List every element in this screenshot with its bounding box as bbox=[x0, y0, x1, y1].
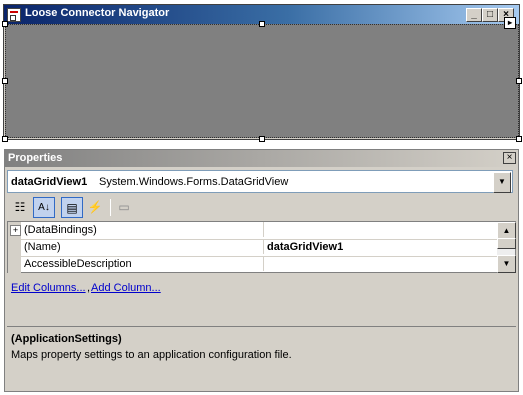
property-grid: + (DataBindings) (Name) dataGridView1 Ac… bbox=[7, 221, 516, 274]
property-value[interactable]: dataGridView1 bbox=[263, 239, 343, 254]
resize-handle-bottom-right[interactable] bbox=[516, 136, 522, 142]
edit-columns-link[interactable]: Edit Columns... bbox=[11, 282, 86, 294]
object-type: System.Windows.Forms.DataGridView bbox=[99, 176, 289, 188]
resize-handle-left[interactable] bbox=[2, 78, 8, 84]
properties-title-bar[interactable]: Properties bbox=[5, 150, 518, 167]
property-value[interactable] bbox=[263, 256, 267, 271]
add-column-link[interactable]: Add Column... bbox=[91, 282, 161, 294]
data-grid-view[interactable] bbox=[5, 24, 519, 138]
object-selector[interactable]: dataGridView1 System.Windows.Forms.DataG… bbox=[7, 170, 513, 193]
resize-handle-bottom[interactable] bbox=[259, 136, 265, 142]
resize-handle-right[interactable] bbox=[516, 78, 522, 84]
resize-handle-top-left[interactable] bbox=[2, 21, 8, 27]
property-grid-scrollbar[interactable]: ▲ ▼ bbox=[497, 222, 516, 273]
resize-handle-bottom-left[interactable] bbox=[2, 136, 8, 142]
description-pane: (ApplicationSettings) Maps property sett… bbox=[7, 326, 516, 388]
smart-tag-icon[interactable]: ▸ bbox=[504, 17, 516, 29]
resize-handle-top[interactable] bbox=[259, 21, 265, 27]
links-separator: , bbox=[87, 282, 91, 294]
form-icon bbox=[7, 8, 21, 22]
scroll-down-icon[interactable]: ▼ bbox=[497, 255, 516, 273]
form-title: Loose Connector Navigator bbox=[25, 7, 170, 19]
description-heading: (ApplicationSettings) bbox=[11, 333, 122, 345]
properties-icon[interactable]: ▤ bbox=[61, 197, 83, 218]
description-text: Maps property settings to an application… bbox=[11, 349, 292, 361]
events-icon[interactable]: ⚡ bbox=[84, 197, 106, 218]
toolbar-separator bbox=[110, 199, 111, 216]
object-name: dataGridView1 bbox=[11, 176, 88, 188]
scroll-thumb[interactable] bbox=[497, 238, 516, 249]
property-name: (Name) bbox=[24, 241, 61, 253]
property-name: (DataBindings) bbox=[24, 224, 97, 236]
property-value[interactable] bbox=[263, 222, 267, 237]
properties-close-icon[interactable]: × bbox=[503, 152, 516, 164]
property-row[interactable]: + (DataBindings) bbox=[8, 222, 498, 240]
expand-icon[interactable]: + bbox=[10, 225, 21, 236]
categorized-icon[interactable]: ☷ bbox=[9, 197, 31, 218]
property-row[interactable]: (Name) dataGridView1 bbox=[8, 239, 498, 257]
commands-pane: Edit Columns... , Add Column... bbox=[7, 276, 516, 323]
maximize-button[interactable]: □ bbox=[482, 8, 498, 22]
property-name: AccessibleDescription bbox=[24, 258, 132, 270]
chevron-down-icon[interactable]: ▼ bbox=[493, 172, 511, 193]
row-gutter bbox=[8, 239, 21, 256]
property-pages-icon[interactable]: ▭ bbox=[113, 197, 135, 218]
property-row[interactable]: AccessibleDescription bbox=[8, 256, 498, 274]
properties-title: Properties bbox=[8, 152, 63, 164]
minimize-button[interactable]: _ bbox=[466, 8, 482, 22]
alphabetical-icon[interactable]: A↓ bbox=[33, 197, 55, 218]
row-gutter bbox=[8, 256, 21, 273]
